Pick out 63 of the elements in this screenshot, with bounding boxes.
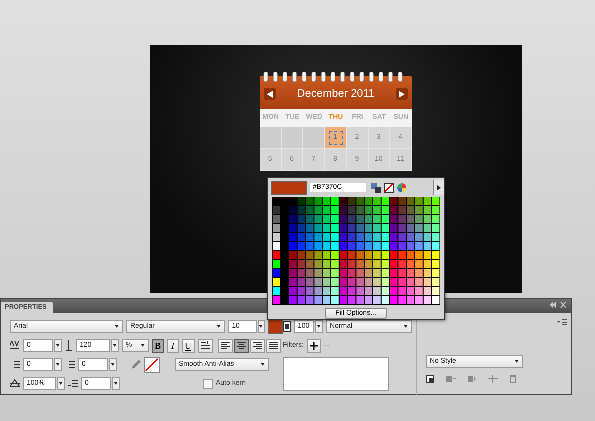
align-button[interactable] <box>250 338 265 352</box>
text-color-swatch[interactable] <box>268 319 283 334</box>
caret-icon <box>56 344 60 347</box>
text-style-button[interactable]: U <box>182 338 195 352</box>
dropdown-button[interactable] <box>258 320 266 333</box>
caret-icon <box>59 382 63 385</box>
caret-icon <box>56 363 60 366</box>
dropdown-button[interactable] <box>112 377 120 390</box>
baseline-icon <box>68 379 78 388</box>
text-options-button[interactable] <box>198 338 213 352</box>
line-spacing-icon <box>65 340 73 351</box>
add-filter-button[interactable] <box>307 338 321 352</box>
caret-icon <box>141 344 145 347</box>
no-color-icon[interactable] <box>384 182 394 192</box>
align-button[interactable] <box>218 338 233 352</box>
panel-menu-icon[interactable] <box>557 319 567 326</box>
previous-month-button[interactable] <box>264 88 276 100</box>
text-style-button[interactable]: I <box>167 338 180 352</box>
caret-icon <box>259 325 264 328</box>
right-arrow-icon <box>437 184 441 190</box>
caret-icon <box>404 325 408 328</box>
dropdown-button[interactable] <box>54 339 62 352</box>
dropdown-button[interactable] <box>57 377 65 390</box>
text-align-icon <box>252 342 262 350</box>
right-arrow-icon <box>398 90 405 98</box>
next-month-button[interactable] <box>396 88 408 100</box>
swap-icon[interactable] <box>371 182 381 192</box>
text-align-icon <box>268 342 278 350</box>
stroke-color-swatch[interactable] <box>144 356 160 372</box>
text-style-button[interactable]: B <box>152 338 164 352</box>
caret-icon <box>261 363 265 366</box>
dropdown-button[interactable] <box>111 339 119 352</box>
swatch-grid-drawing[interactable] <box>272 197 440 305</box>
filters-list[interactable] <box>283 357 389 391</box>
caret-icon <box>317 325 321 328</box>
caret-icon <box>111 363 115 366</box>
indent-icon <box>65 360 75 369</box>
text-align-icon <box>236 342 246 350</box>
auto-kern-checkbox[interactable] <box>203 378 213 388</box>
caret-icon <box>515 360 519 363</box>
collapse-close-icon[interactable] <box>550 302 566 308</box>
align-button[interactable] <box>234 338 249 352</box>
text-options-icon <box>200 341 210 350</box>
dropdown-button[interactable] <box>54 358 62 371</box>
dropdown-button[interactable] <box>315 320 323 333</box>
color-wheel-icon[interactable] <box>397 182 407 192</box>
align-button[interactable] <box>266 338 281 352</box>
month-title: December 2011 <box>297 88 375 100</box>
menu-arrow-button[interactable] <box>433 180 444 195</box>
text-align-icon <box>220 342 230 350</box>
no-color-icon <box>145 358 159 372</box>
letter-spacing-icon <box>10 340 20 350</box>
new-style-icon[interactable] <box>426 375 434 383</box>
indent-icon <box>10 360 20 369</box>
plus-icon <box>310 342 318 350</box>
dropdown-button[interactable] <box>109 358 117 371</box>
current-color-swatch <box>271 180 307 194</box>
caret-icon <box>113 344 117 347</box>
caret-icon <box>217 325 222 328</box>
scale-icon <box>10 379 20 388</box>
left-arrow-icon <box>267 90 273 98</box>
caret-icon <box>114 382 118 385</box>
caret-icon <box>115 325 120 328</box>
